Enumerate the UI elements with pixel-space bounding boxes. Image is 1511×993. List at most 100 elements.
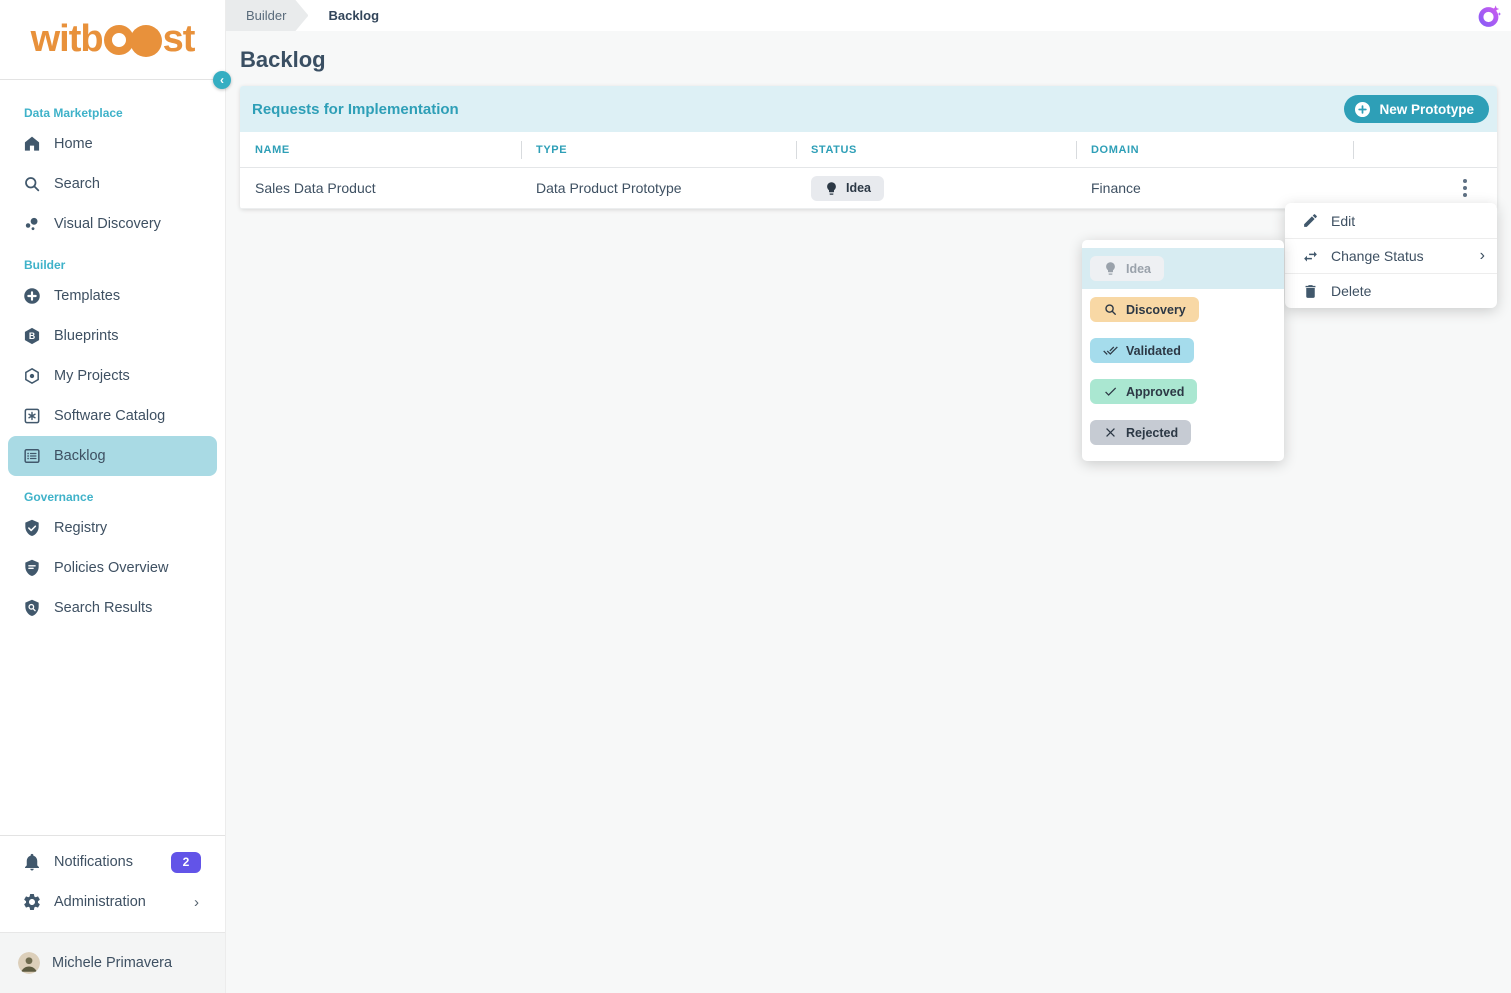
sidebar-item-registry[interactable]: Registry bbox=[8, 508, 217, 548]
sidebar-item-label: Software Catalog bbox=[54, 408, 165, 424]
shield-doc-icon bbox=[20, 556, 44, 580]
status-badge-idea: Idea bbox=[811, 176, 884, 201]
status-badge-validated: Validated bbox=[1090, 338, 1194, 363]
plus-circle-icon bbox=[20, 284, 44, 308]
notifications-count-badge: 2 bbox=[171, 852, 201, 873]
sidebar-item-label: My Projects bbox=[54, 368, 130, 384]
sidebar-item-templates[interactable]: Templates bbox=[8, 276, 217, 316]
submenu-item-validated[interactable]: Validated bbox=[1082, 330, 1284, 371]
submenu-item-discovery[interactable]: Discovery bbox=[1082, 289, 1284, 330]
avatar bbox=[18, 952, 40, 974]
cell-status: Idea bbox=[796, 168, 1076, 209]
sidebar-item-label: Backlog bbox=[54, 448, 106, 464]
panel-header: Requests for Implementation New Prototyp… bbox=[240, 86, 1497, 132]
main-area: Builder Backlog Backlog Requests for Imp… bbox=[226, 0, 1511, 993]
app-root: witb st ‹ Data Marketplace Home Search Vi… bbox=[0, 0, 1511, 993]
menu-item-label: Change Status bbox=[1331, 248, 1424, 264]
column-header-actions bbox=[1353, 132, 1497, 168]
column-header-name[interactable]: NAME bbox=[240, 132, 521, 168]
backlog-list-icon bbox=[20, 444, 44, 468]
submenu-item-rejected[interactable]: Rejected bbox=[1082, 412, 1284, 453]
plus-circle-icon bbox=[1353, 100, 1372, 119]
sidebar-item-backlog[interactable]: Backlog bbox=[8, 436, 217, 476]
sidebar-item-label: Administration bbox=[54, 894, 146, 910]
shield-check-icon bbox=[20, 516, 44, 540]
submenu-item-approved[interactable]: Approved bbox=[1082, 371, 1284, 412]
svg-text:B: B bbox=[29, 331, 35, 341]
gear-icon bbox=[20, 890, 44, 914]
sidebar-item-software-catalog[interactable]: Software Catalog bbox=[8, 396, 217, 436]
page-content: Backlog Requests for Implementation New … bbox=[226, 31, 1511, 993]
user-profile[interactable]: Michele Primavera bbox=[0, 932, 225, 993]
sidebar-item-blueprints[interactable]: B Blueprints bbox=[8, 316, 217, 356]
sidebar-item-administration[interactable]: Administration › bbox=[8, 882, 217, 922]
status-badge-discovery: Discovery bbox=[1090, 297, 1199, 322]
sidebar-item-home[interactable]: Home bbox=[8, 124, 217, 164]
status-badge-rejected: Rejected bbox=[1090, 420, 1191, 445]
sidebar-item-label: Visual Discovery bbox=[54, 216, 161, 232]
section-governance: Governance bbox=[24, 490, 225, 504]
status-label: Validated bbox=[1126, 344, 1181, 358]
breadcrumb-parent[interactable]: Builder bbox=[226, 0, 308, 31]
search-icon bbox=[1103, 302, 1118, 317]
logo-text-left: witb bbox=[31, 18, 103, 61]
sidebar-item-my-projects[interactable]: My Projects bbox=[8, 356, 217, 396]
swap-arrows-icon bbox=[1301, 247, 1319, 265]
cell-type: Data Product Prototype bbox=[521, 168, 796, 209]
status-badge-approved: Approved bbox=[1090, 379, 1197, 404]
sidebar-item-label: Policies Overview bbox=[54, 560, 168, 576]
ai-assistant-button[interactable] bbox=[1467, 0, 1511, 31]
status-badge-idea: Idea bbox=[1090, 256, 1164, 281]
breadcrumb-current: Backlog bbox=[328, 8, 379, 23]
menu-item-label: Edit bbox=[1331, 213, 1355, 229]
search-icon bbox=[20, 172, 44, 196]
sidebar-item-search-results[interactable]: Search Results bbox=[8, 588, 217, 628]
menu-item-delete[interactable]: Delete bbox=[1285, 273, 1497, 308]
lightbulb-icon bbox=[824, 181, 839, 196]
check-icon bbox=[1103, 384, 1118, 399]
bubbles-icon bbox=[20, 212, 44, 236]
double-check-icon bbox=[1103, 343, 1118, 358]
sidebar-item-policies-overview[interactable]: Policies Overview bbox=[8, 548, 217, 588]
logo-oo-icon bbox=[104, 23, 162, 57]
sidebar-collapse-button[interactable]: ‹ bbox=[213, 71, 231, 89]
sidebar-item-search[interactable]: Search bbox=[8, 164, 217, 204]
user-name: Michele Primavera bbox=[52, 955, 172, 971]
catalog-icon bbox=[20, 404, 44, 428]
witboost-logo[interactable]: witb st bbox=[31, 18, 195, 61]
sidebar-item-notifications[interactable]: Notifications 2 bbox=[8, 842, 217, 882]
new-prototype-button[interactable]: New Prototype bbox=[1344, 95, 1489, 123]
shield-search-icon bbox=[20, 596, 44, 620]
hexagon-b-icon: B bbox=[20, 324, 44, 348]
column-header-type[interactable]: TYPE bbox=[521, 132, 796, 168]
sidebar-item-label: Home bbox=[54, 136, 93, 152]
sidebar: witb st ‹ Data Marketplace Home Search Vi… bbox=[0, 0, 226, 993]
row-context-menu: Edit Change Status › Delete bbox=[1285, 203, 1497, 308]
status-label: Rejected bbox=[1126, 426, 1178, 440]
sidebar-item-label: Search Results bbox=[54, 600, 152, 616]
sidebar-item-label: Search bbox=[54, 176, 100, 192]
column-header-status[interactable]: STATUS bbox=[796, 132, 1076, 168]
bell-icon bbox=[20, 850, 44, 874]
sidebar-nav: Data Marketplace Home Search Visual Disc… bbox=[0, 80, 225, 835]
section-data-marketplace: Data Marketplace bbox=[24, 106, 225, 120]
column-header-domain[interactable]: DOMAIN bbox=[1076, 132, 1353, 168]
sidebar-bottom: Notifications 2 Administration › bbox=[0, 835, 225, 932]
logo-text-right: st bbox=[163, 18, 195, 61]
lightbulb-icon bbox=[1103, 261, 1118, 276]
pencil-icon bbox=[1301, 212, 1319, 230]
sidebar-item-visual-discovery[interactable]: Visual Discovery bbox=[8, 204, 217, 244]
status-label: Discovery bbox=[1126, 303, 1186, 317]
kebab-menu-icon[interactable] bbox=[1457, 175, 1473, 201]
ai-ring-sparkle-icon bbox=[1476, 3, 1502, 29]
menu-item-edit[interactable]: Edit bbox=[1285, 203, 1497, 238]
hexagon-dot-icon bbox=[20, 364, 44, 388]
topbar: Builder Backlog bbox=[226, 0, 1511, 31]
chevron-left-icon: ‹ bbox=[220, 74, 224, 86]
requests-panel: Requests for Implementation New Prototyp… bbox=[240, 86, 1497, 209]
status-label: Idea bbox=[1126, 262, 1151, 276]
menu-item-change-status[interactable]: Change Status › bbox=[1285, 238, 1497, 273]
page-title: Backlog bbox=[240, 47, 1511, 73]
sidebar-item-label: Templates bbox=[54, 288, 120, 304]
submenu-item-idea[interactable]: Idea bbox=[1082, 248, 1284, 289]
